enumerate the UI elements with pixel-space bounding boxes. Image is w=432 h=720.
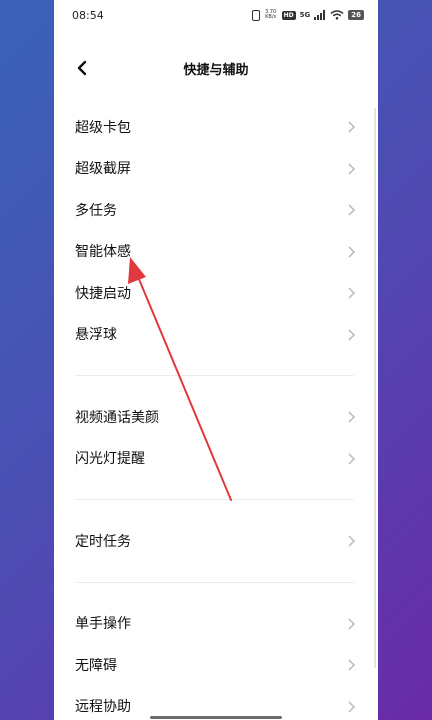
menu-item-label: 超级截屏 xyxy=(75,161,131,178)
menu-item-label: 超级卡包 xyxy=(75,119,131,136)
menu-item-quick-launch[interactable]: 快捷启动 xyxy=(54,272,378,314)
chevron-right-icon xyxy=(348,617,356,630)
menu-item-one-hand-mode[interactable]: 单手操作 xyxy=(54,603,378,645)
chevron-right-icon xyxy=(348,121,356,133)
chevron-right-icon xyxy=(348,162,356,175)
network-type: 5G xyxy=(299,10,311,19)
menu-item-label: 定时任务 xyxy=(75,533,131,550)
menu-item-label: 快捷启动 xyxy=(75,285,131,302)
menu-item-super-card-wallet[interactable]: 超级卡包 xyxy=(54,106,378,148)
page-title: 快捷与辅助 xyxy=(183,63,249,78)
section-divider xyxy=(54,562,378,603)
home-indicator[interactable] xyxy=(150,716,282,719)
status-bar: 08:54 3.70 KB/s HD 5G 26 xyxy=(54,0,378,30)
menu-item-label: 单手操作 xyxy=(75,616,131,633)
menu-item-floating-ball[interactable]: 悬浮球 xyxy=(54,314,378,356)
section-divider xyxy=(54,355,378,396)
status-icons: 3.70 KB/s HD 5G 26 xyxy=(251,9,364,21)
menu-item-label: 视频通话美颜 xyxy=(75,409,159,426)
menu-item-super-screenshot[interactable]: 超级截屏 xyxy=(54,148,378,190)
menu-item-label: 智能体感 xyxy=(75,244,131,261)
chevron-right-icon xyxy=(348,452,356,465)
chevron-right-icon xyxy=(348,328,356,341)
chevron-right-icon xyxy=(348,245,356,258)
network-speed: 3.70 KB/s xyxy=(265,9,277,20)
chevron-right-icon xyxy=(348,535,356,547)
menu-item-multitask[interactable]: 多任务 xyxy=(54,189,378,231)
menu-item-label: 多任务 xyxy=(75,202,117,219)
page-header: 快捷与辅助 xyxy=(54,46,378,90)
phone-screen: 08:54 3.70 KB/s HD 5G 26 快捷与辅助 超级卡包 超级截屏… xyxy=(54,0,378,720)
menu-item-flash-alert[interactable]: 闪光灯提醒 xyxy=(54,438,378,480)
menu-item-label: 远程协助 xyxy=(75,699,131,716)
menu-item-scheduled-tasks[interactable]: 定时任务 xyxy=(54,520,378,562)
chevron-right-icon xyxy=(348,700,356,713)
wifi-icon xyxy=(330,10,344,20)
menu-item-remote-assistance[interactable]: 远程协助 xyxy=(54,686,378,720)
menu-item-label: 闪光灯提醒 xyxy=(75,451,145,468)
settings-list: 超级卡包 超级截屏 多任务 智能体感 快捷启动 悬浮球 视频通话美颜 闪光灯提醒… xyxy=(54,106,378,720)
status-time: 08:54 xyxy=(72,9,104,22)
hd-badge: HD xyxy=(281,10,296,20)
battery-icon: 26 xyxy=(348,10,364,20)
section-divider xyxy=(54,479,378,520)
menu-item-video-call-beauty[interactable]: 视频通话美颜 xyxy=(54,396,378,438)
chevron-right-icon xyxy=(348,411,356,423)
vibrate-icon xyxy=(251,9,260,21)
menu-item-label: 悬浮球 xyxy=(75,327,117,344)
chevron-right-icon xyxy=(348,287,356,299)
chevron-right-icon xyxy=(348,204,356,216)
menu-item-smart-motion[interactable]: 智能体感 xyxy=(54,231,378,273)
chevron-right-icon xyxy=(348,659,356,671)
signal-icon xyxy=(314,10,326,20)
scrollbar[interactable] xyxy=(374,108,376,668)
menu-item-label: 无障碍 xyxy=(75,657,117,674)
menu-item-accessibility[interactable]: 无障碍 xyxy=(54,644,378,686)
